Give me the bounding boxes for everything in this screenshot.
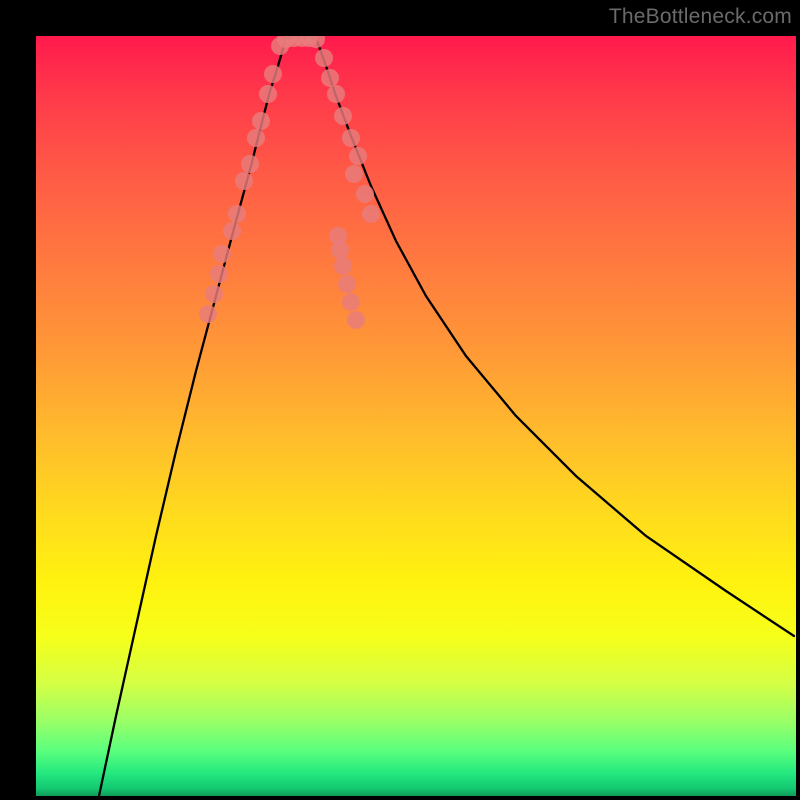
bead-marker [342,129,360,147]
bead-marker [327,85,345,103]
bead-marker [264,65,282,83]
bead-marker [347,311,365,329]
bead-marker [315,49,333,67]
bead-marker [213,245,231,263]
bead-marker [356,185,374,203]
bead-marker [349,147,367,165]
bead-marker [259,85,277,103]
curve-group [99,37,794,796]
curve-svg [36,36,796,796]
bead-marker [338,275,356,293]
bead-marker [334,257,352,275]
watermark-text: TheBottleneck.com [609,5,792,29]
plot-area [36,36,796,796]
bead-marker [235,172,253,190]
bead-marker [199,305,217,323]
bead-marker [205,285,223,303]
bead-marker [334,107,352,125]
bead-marker [210,265,228,283]
bead-marker [241,155,259,173]
bead-marker [331,241,349,259]
marker-group [199,36,380,329]
bead-marker [223,222,241,240]
bead-marker [321,69,339,87]
frame: TheBottleneck.com [0,0,800,800]
main-curve [99,37,794,796]
bead-marker [345,165,363,183]
bead-marker [252,112,270,130]
bead-marker [342,293,360,311]
bead-marker [228,205,246,223]
bead-marker [247,129,265,147]
bead-marker [362,205,380,223]
